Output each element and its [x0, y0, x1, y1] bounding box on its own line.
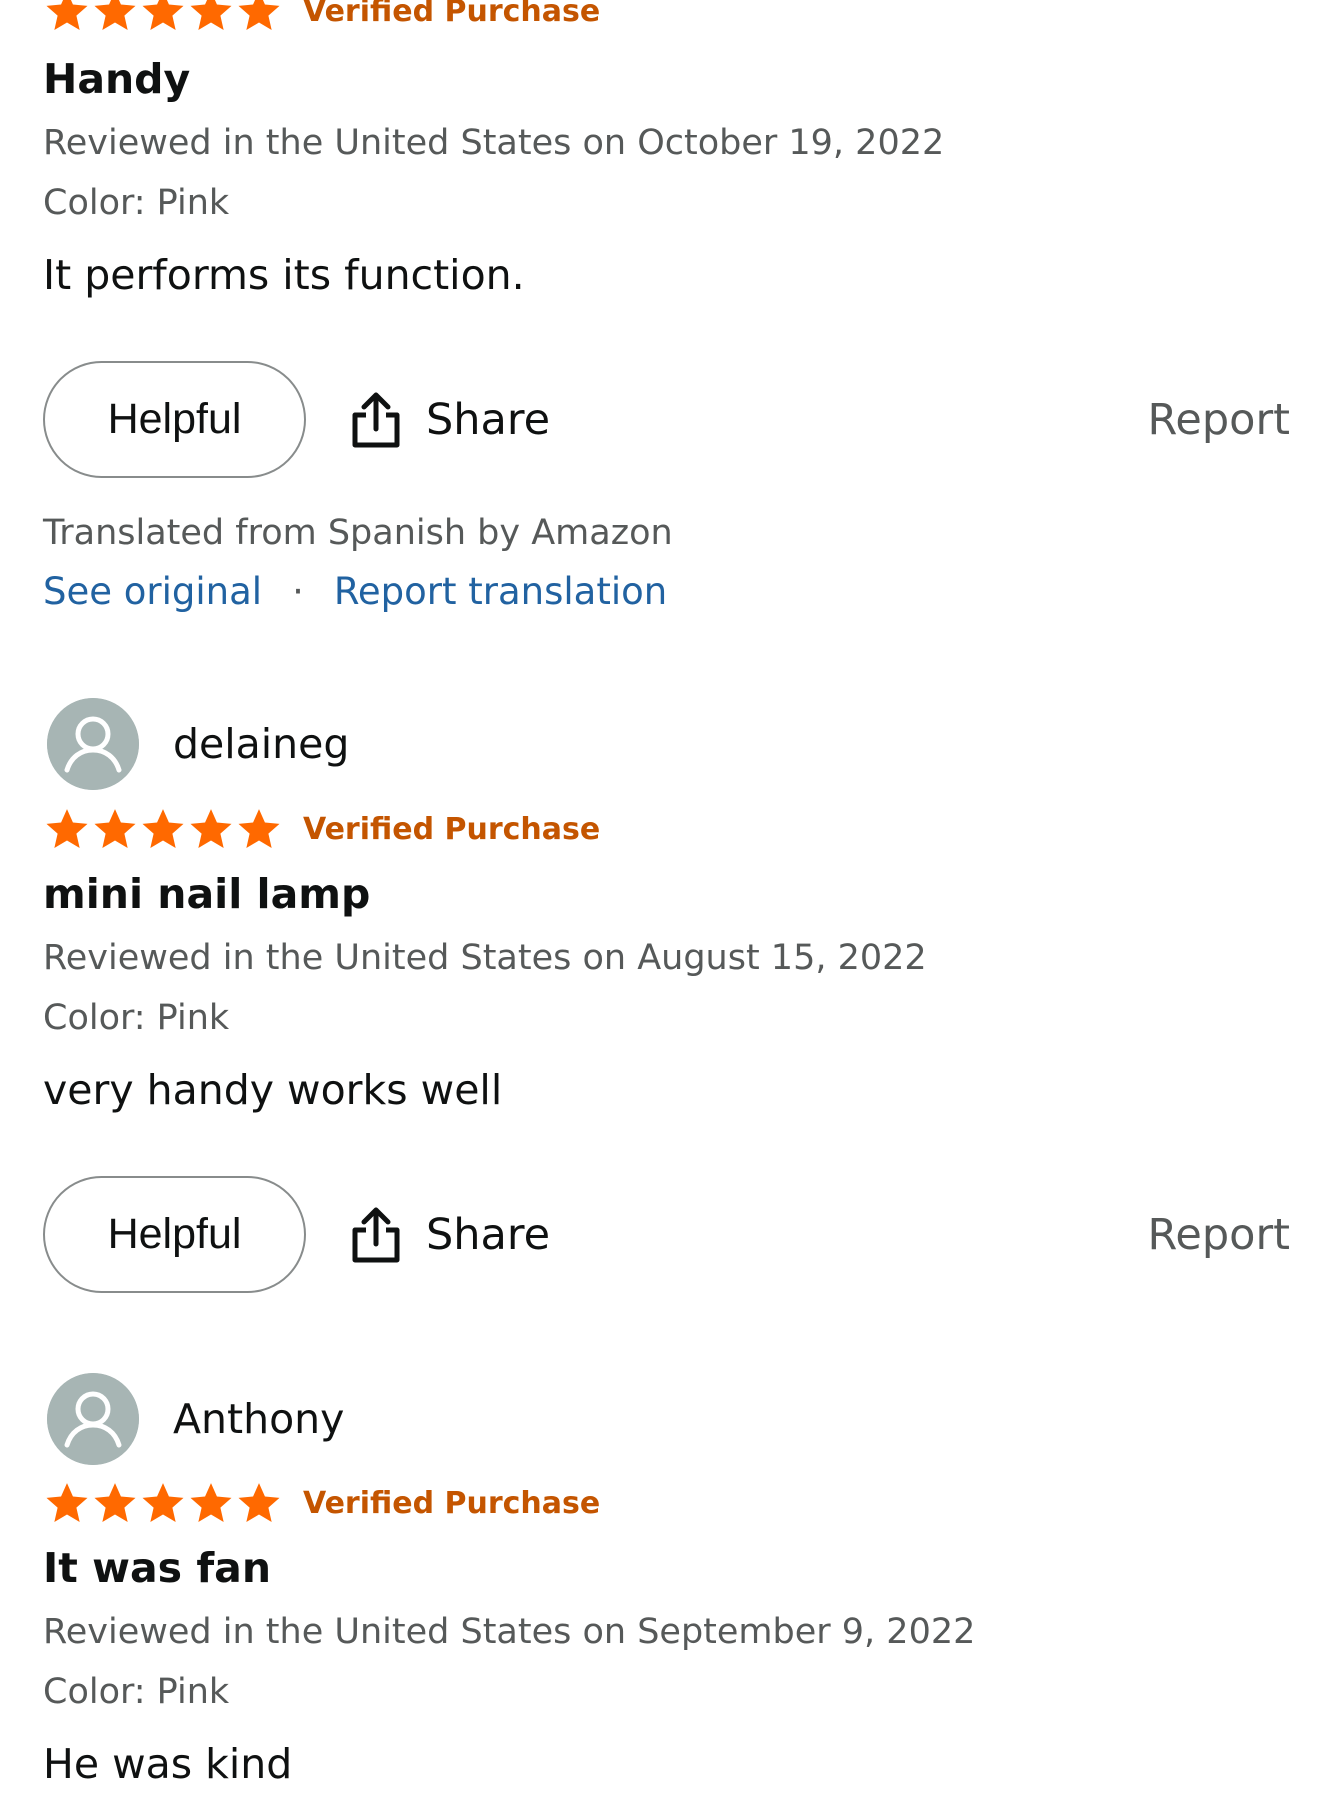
star-icon: [43, 1480, 91, 1526]
verified-purchase-badge: Verified Purchase: [303, 0, 601, 29]
reviews-list: Verified Purchase Handy Reviewed in the …: [0, 0, 1320, 1803]
review-rating-row: Verified Purchase: [43, 806, 600, 852]
star-icon: [139, 1480, 187, 1526]
review-date: Reviewed in the United States on Septemb…: [43, 1612, 976, 1652]
star-rating: [43, 1480, 283, 1526]
star-icon: [187, 1480, 235, 1526]
review-date: Reviewed in the United States on October…: [43, 123, 945, 163]
star-icon: [187, 806, 235, 852]
star-icon: [139, 0, 187, 34]
user-avatar-icon: [47, 1373, 139, 1465]
report-link[interactable]: Report: [1147, 1176, 1290, 1293]
verified-purchase-badge: Verified Purchase: [303, 1485, 601, 1521]
star-icon: [91, 1480, 139, 1526]
star-icon: [91, 0, 139, 34]
star-icon: [43, 0, 91, 34]
star-icon: [235, 0, 283, 34]
review-variant: Color: Pink: [43, 998, 230, 1038]
see-original-link[interactable]: See original: [43, 570, 262, 613]
star-icon: [235, 806, 283, 852]
star-icon: [91, 806, 139, 852]
reviewer-profile[interactable]: Anthony: [47, 1373, 344, 1465]
review-variant: Color: Pink: [43, 183, 230, 223]
review-variant: Color: Pink: [43, 1672, 230, 1712]
reviewer-name: delaineg: [173, 720, 350, 768]
star-rating: [43, 806, 283, 852]
verified-purchase-badge: Verified Purchase: [303, 811, 601, 847]
reviewer-name: Anthony: [173, 1395, 345, 1443]
review-body: It performs its function.: [43, 251, 525, 299]
star-icon: [139, 806, 187, 852]
share-icon: [350, 1206, 402, 1264]
review-title: mini nail lamp: [43, 870, 371, 918]
reviewer-profile[interactable]: delaineg: [47, 698, 349, 790]
share-button[interactable]: Share: [350, 361, 550, 478]
star-icon: [235, 1480, 283, 1526]
review-title: Handy: [43, 55, 191, 103]
review-rating-row: Verified Purchase: [43, 1480, 600, 1526]
translation-links: See original · Report translation: [43, 570, 667, 613]
helpful-button[interactable]: Helpful: [43, 361, 306, 478]
star-icon: [187, 0, 235, 34]
star-icon: [43, 806, 91, 852]
share-button[interactable]: Share: [350, 1176, 550, 1293]
translation-note: Translated from Spanish by Amazon: [43, 513, 673, 553]
share-label: Share: [426, 394, 551, 445]
report-translation-link[interactable]: Report translation: [334, 570, 667, 613]
review-date: Reviewed in the United States on August …: [43, 938, 927, 978]
star-rating: [43, 0, 283, 34]
review-body: very handy works well: [43, 1066, 503, 1114]
user-avatar-icon: [47, 698, 139, 790]
share-label: Share: [426, 1209, 551, 1260]
separator-dot: ·: [292, 570, 304, 613]
review-title: It was fan: [43, 1544, 272, 1592]
report-link[interactable]: Report: [1147, 361, 1290, 478]
review-body: He was kind: [43, 1740, 293, 1788]
helpful-button[interactable]: Helpful: [43, 1176, 306, 1293]
review-rating-row: Verified Purchase: [43, 0, 600, 34]
share-icon: [350, 391, 402, 449]
